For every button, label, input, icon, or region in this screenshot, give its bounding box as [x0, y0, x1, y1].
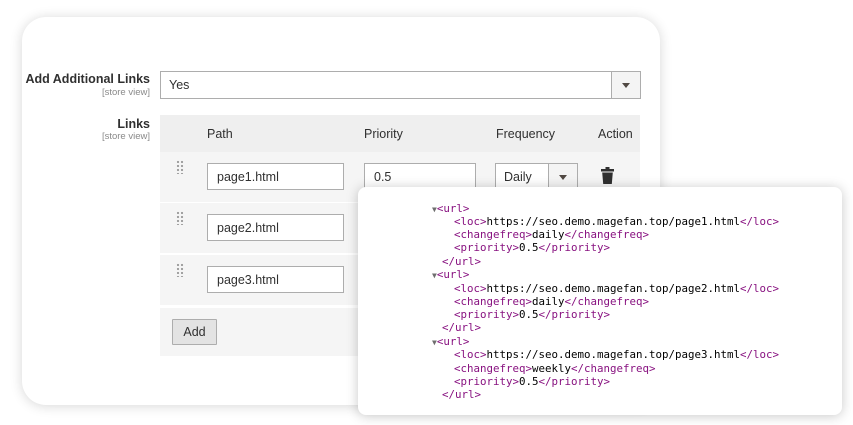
column-action: Action [598, 127, 633, 141]
drag-handle-icon[interactable] [176, 211, 184, 225]
add-additional-links-scope: [store view] [101, 87, 150, 98]
priority-input[interactable]: 0.5 [364, 163, 476, 190]
loc-line: <loc>https://seo.demo.magefan.top/page1.… [454, 215, 780, 228]
add-additional-links-select[interactable]: Yes [160, 71, 641, 99]
column-priority: Priority [364, 127, 403, 141]
priority-line: <priority>0.5</priority> [454, 241, 611, 254]
path-input[interactable]: page3.html [207, 266, 344, 293]
select-value: Yes [169, 78, 190, 92]
path-input[interactable]: page2.html [207, 214, 344, 241]
frequency-select[interactable]: Daily [495, 163, 578, 190]
trash-icon[interactable] [601, 167, 614, 184]
path-input[interactable]: page1.html [207, 163, 344, 190]
url-close-tag: </url> [442, 255, 482, 268]
loc-line: <loc>https://seo.demo.magefan.top/page3.… [454, 348, 780, 361]
url-open-tag[interactable]: ▼<url> [432, 202, 469, 216]
loc-line: <loc>https://seo.demo.magefan.top/page2.… [454, 282, 780, 295]
url-open-tag[interactable]: ▼<url> [432, 335, 469, 349]
changefreq-line: <changefreq>daily</changefreq> [454, 228, 650, 241]
drag-handle-icon[interactable] [176, 160, 184, 174]
chevron-down-icon[interactable] [548, 164, 577, 189]
column-frequency: Frequency [496, 127, 556, 141]
changefreq-line: <changefreq>daily</changefreq> [454, 295, 650, 308]
links-grid-header: Path Priority Frequency Action [160, 115, 640, 152]
links-label: Links [117, 117, 150, 131]
priority-line: <priority>0.5</priority> [454, 375, 611, 388]
url-close-tag: </url> [442, 388, 482, 401]
add-row-button[interactable]: Add [172, 319, 217, 345]
url-close-tag: </url> [442, 321, 482, 334]
add-additional-links-label: Add Additional Links [25, 72, 150, 86]
drag-handle-icon[interactable] [176, 263, 184, 277]
links-scope: [store view] [101, 131, 150, 142]
priority-line: <priority>0.5</priority> [454, 308, 611, 321]
xml-preview: ▼<url> <loc>https://seo.demo.magefan.top… [358, 187, 842, 415]
chevron-down-icon[interactable] [611, 72, 640, 98]
url-open-tag[interactable]: ▼<url> [432, 268, 469, 282]
changefreq-line: <changefreq>weekly</changefreq> [454, 362, 656, 375]
column-path: Path [207, 127, 233, 141]
